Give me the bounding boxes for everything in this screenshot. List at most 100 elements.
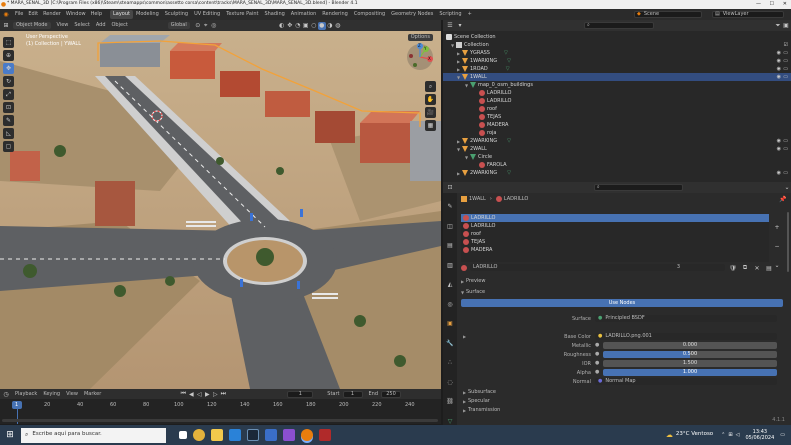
editor-type-icon[interactable]: ⊞: [2, 22, 10, 30]
tab-render-icon[interactable]: ◫: [446, 222, 454, 230]
base-color-field[interactable]: ● LADRILLO.png.001: [595, 333, 777, 340]
taskbar-search-input[interactable]: Escribe aquí para buscar.: [32, 432, 101, 438]
material-name-field[interactable]: LADRILLO 3: [470, 264, 725, 271]
timeline-scrollbar[interactable]: [2, 419, 438, 422]
cursor-tool-icon[interactable]: ⊕: [3, 50, 14, 61]
menu-marker[interactable]: Marker: [84, 391, 101, 397]
surface-shader-field[interactable]: ● Principled BSDF: [595, 315, 777, 322]
tab-modifier-icon[interactable]: 🔧: [446, 339, 454, 347]
tab-scripting[interactable]: Scripting: [436, 10, 464, 19]
start-frame-field[interactable]: 1: [342, 390, 363, 398]
prev-key-icon[interactable]: ◀: [187, 390, 195, 398]
viewlayer-selector[interactable]: ▤ ViewLayer: [712, 11, 784, 18]
tab-scene-icon[interactable]: ◭: [446, 281, 454, 289]
outliner-editor-icon[interactable]: ☰: [446, 22, 454, 30]
preview-panel-header[interactable]: ▶ Preview: [461, 277, 783, 285]
outliner-row-circle[interactable]: ▼ Circle: [443, 153, 791, 161]
pin-icon[interactable]: 📌: [779, 195, 787, 203]
outliner-row-1warking[interactable]: ▶ 1WARKING ▽ ◉ ▭: [443, 57, 791, 65]
material-slot[interactable]: LADRILLO: [461, 222, 769, 230]
end-frame-field[interactable]: 250: [381, 390, 402, 398]
menu-window[interactable]: Window: [66, 12, 86, 17]
outliner-row-material[interactable]: LADRILLO: [443, 97, 791, 105]
eye-icon[interactable]: ◉: [777, 74, 781, 80]
tab-physics-icon[interactable]: ◌: [446, 378, 454, 386]
weather-icon[interactable]: ☁: [666, 431, 673, 439]
menu-render[interactable]: Render: [43, 12, 61, 17]
eye-icon[interactable]: ◉: [777, 146, 781, 152]
tab-object-icon[interactable]: ▣: [446, 320, 454, 328]
play-reverse-icon[interactable]: ◁: [195, 390, 203, 398]
outliner-row-mesh-data[interactable]: ▼ map_0_osm_buildings: [443, 81, 791, 89]
outliner-row-2warking-b[interactable]: ▶ 2WARKING ▽ ◉ ▭: [443, 169, 791, 177]
outliner-row-material[interactable]: roja: [443, 129, 791, 137]
eye-icon[interactable]: ◉: [777, 170, 781, 176]
current-frame-field[interactable]: 1: [287, 390, 314, 398]
use-nodes-button[interactable]: Use Nodes: [461, 299, 783, 307]
checkbox-icon[interactable]: ☑: [784, 42, 788, 48]
blender-menu-icon[interactable]: ◉: [2, 11, 10, 19]
expand-icon[interactable]: ▼: [457, 75, 462, 80]
xray-icon[interactable]: ▣: [302, 22, 310, 30]
windows-start-icon[interactable]: ⊞: [3, 428, 17, 442]
gizmo-icon[interactable]: ✥: [286, 22, 294, 30]
outliner-row-scene-collection[interactable]: Scene Collection: [443, 33, 791, 41]
timeline-ruler[interactable]: 1 20 40 60 80 100 120 140 160 180 200 22…: [0, 401, 441, 411]
menu-timeline-view[interactable]: View: [66, 391, 78, 397]
shading-solid-icon[interactable]: ●: [317, 21, 326, 30]
minimize-button[interactable]: —: [756, 2, 761, 7]
outliner-row-material[interactable]: FAROLA: [443, 161, 791, 169]
properties-editor-icon[interactable]: ⊡: [446, 184, 454, 192]
tab-texture-paint[interactable]: Texture Paint: [223, 10, 261, 19]
metallic-slider[interactable]: 0.000: [603, 342, 777, 349]
tab-world-icon[interactable]: ◎: [446, 300, 454, 308]
menu-add[interactable]: Add: [96, 23, 106, 28]
alpha-slider[interactable]: 1.000: [603, 369, 777, 376]
jump-end-icon[interactable]: ⏭: [219, 390, 227, 398]
steam-icon[interactable]: [247, 429, 259, 441]
tab-particles-icon[interactable]: ∴: [446, 359, 454, 367]
expand-icon[interactable]: ▶: [457, 171, 462, 176]
tab-output-icon[interactable]: ▤: [446, 242, 454, 250]
properties-options-icon[interactable]: ⌄: [783, 184, 791, 192]
menu-help[interactable]: Help: [91, 12, 102, 17]
scale-tool-icon[interactable]: ⤢: [3, 89, 14, 100]
jump-start-icon[interactable]: ⏮: [179, 390, 187, 398]
outliner-row-material[interactable]: LADRILLO: [443, 89, 791, 97]
camera-icon[interactable]: ▭: [783, 74, 788, 80]
3d-viewport[interactable]: User Perspective (1) Collection | YWALL …: [0, 31, 441, 389]
expand-icon[interactable]: ▼: [465, 83, 470, 88]
store-icon[interactable]: [265, 429, 277, 441]
shading-wire-icon[interactable]: ○: [310, 22, 318, 30]
scene-selector[interactable]: ◆ Scene: [634, 11, 702, 18]
add-slot-icon[interactable]: +: [773, 224, 781, 232]
tab-animation[interactable]: Animation: [288, 10, 320, 19]
expand-icon[interactable]: ▼: [457, 147, 462, 152]
visibility-icon[interactable]: ◐: [278, 22, 286, 30]
menu-playback[interactable]: Playback: [15, 391, 37, 397]
tab-geometry-nodes[interactable]: Geometry Nodes: [388, 10, 436, 19]
material-slot[interactable]: MADERA: [461, 246, 769, 254]
clock[interactable]: 13:43 05/06/2024: [745, 429, 774, 441]
rotate-tool-icon[interactable]: ↻: [3, 76, 14, 87]
tab-data-icon[interactable]: ▽: [446, 417, 454, 425]
material-browse-icon[interactable]: [461, 265, 467, 271]
next-key-icon[interactable]: ▷: [211, 390, 219, 398]
menu-object[interactable]: Object: [112, 23, 128, 28]
expand-icon[interactable]: ▼: [465, 155, 470, 160]
menu-select[interactable]: Select: [74, 23, 89, 28]
camera-icon[interactable]: ▭: [783, 170, 788, 176]
display-mode-icon[interactable]: ▾: [456, 22, 464, 30]
camera-icon[interactable]: ▭: [783, 138, 788, 144]
perspective-toggle-icon[interactable]: ▦: [425, 120, 436, 131]
unlink-icon[interactable]: ✕: [753, 264, 761, 272]
ior-field[interactable]: 1.500: [603, 360, 777, 367]
tab-view-layer-icon[interactable]: ▥: [446, 261, 454, 269]
eye-icon[interactable]: ◉: [777, 50, 781, 56]
weather-text[interactable]: 23°C Ventoso: [676, 432, 713, 438]
properties-scrollbar[interactable]: [787, 212, 789, 272]
remove-slot-icon[interactable]: −: [773, 243, 781, 251]
mode-selector[interactable]: Object Mode: [13, 22, 51, 29]
copy-material-icon[interactable]: ⧉: [741, 264, 749, 272]
timeline-editor-icon[interactable]: ◷: [2, 390, 10, 398]
